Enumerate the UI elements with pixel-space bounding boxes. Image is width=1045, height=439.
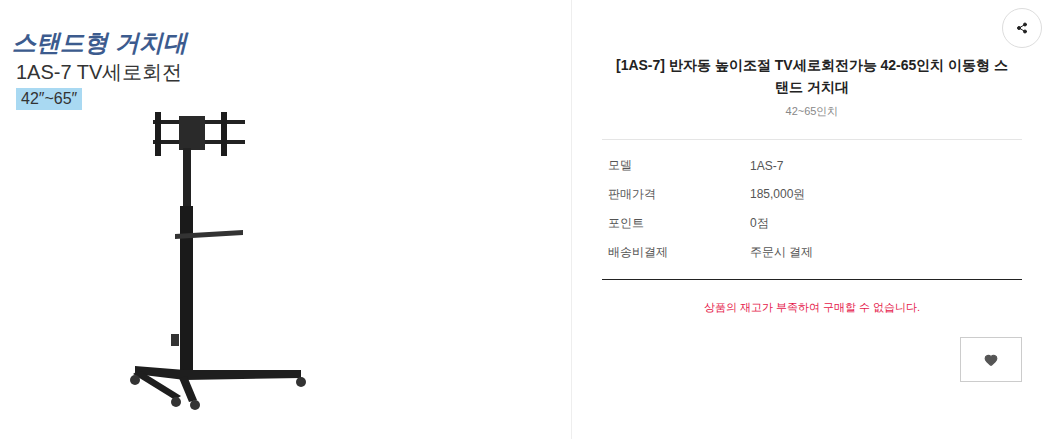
detail-label: 배송비결제 xyxy=(602,244,750,261)
detail-value: 1AS-7 xyxy=(750,159,783,173)
action-row xyxy=(602,337,1022,382)
info-body: [1AS-7] 반자동 높이조절 TV세로회전가능 42-65인치 이동형 스탠… xyxy=(602,48,1022,382)
product-subtitle: 42~65인치 xyxy=(602,104,1022,119)
size-badge: 42″~65″ xyxy=(16,88,82,110)
detail-list: 모델1AS-7판매가격185,000원포인트0점배송비결제주문시 결제 xyxy=(602,139,1022,280)
detail-value: 185,000원 xyxy=(750,186,805,203)
share-button[interactable] xyxy=(1002,8,1042,48)
product-info: [1AS-7] 반자동 높이조절 TV세로회전가능 42-65인치 이동형 스탠… xyxy=(572,0,1045,439)
tv-stand-icon xyxy=(125,108,310,410)
product-title: [1AS-7] 반자동 높이조절 TV세로회전가능 42-65인치 이동형 스탠… xyxy=(602,48,1022,98)
detail-value: 0점 xyxy=(750,215,769,232)
product-image: 스탠드형 거치대1AS-7 TV세로회전42″~65″ xyxy=(0,0,572,439)
detail-row: 배송비결제주문시 결제 xyxy=(602,238,1022,267)
image-heading: 스탠드형 거치대 xyxy=(12,28,187,58)
detail-label: 판매가격 xyxy=(602,186,750,203)
stock-message: 상품의 재고가 부족하여 구매할 수 없습니다. xyxy=(602,300,1022,315)
product-page: 스탠드형 거치대1AS-7 TV세로회전42″~65″ [1AS-7] 반자동 높… xyxy=(0,0,1045,439)
image-model-line: 1AS-7 TV세로회전 xyxy=(16,58,182,86)
heart-icon xyxy=(984,353,998,367)
detail-label: 포인트 xyxy=(602,215,750,232)
detail-row: 포인트0점 xyxy=(602,209,1022,238)
detail-row: 판매가격185,000원 xyxy=(602,180,1022,209)
wishlist-button[interactable] xyxy=(960,337,1022,382)
detail-label: 모델 xyxy=(602,157,750,174)
detail-value: 주문시 결제 xyxy=(750,244,813,261)
top-bar xyxy=(602,8,1042,48)
share-icon xyxy=(1016,22,1028,34)
detail-row: 모델1AS-7 xyxy=(602,151,1022,180)
